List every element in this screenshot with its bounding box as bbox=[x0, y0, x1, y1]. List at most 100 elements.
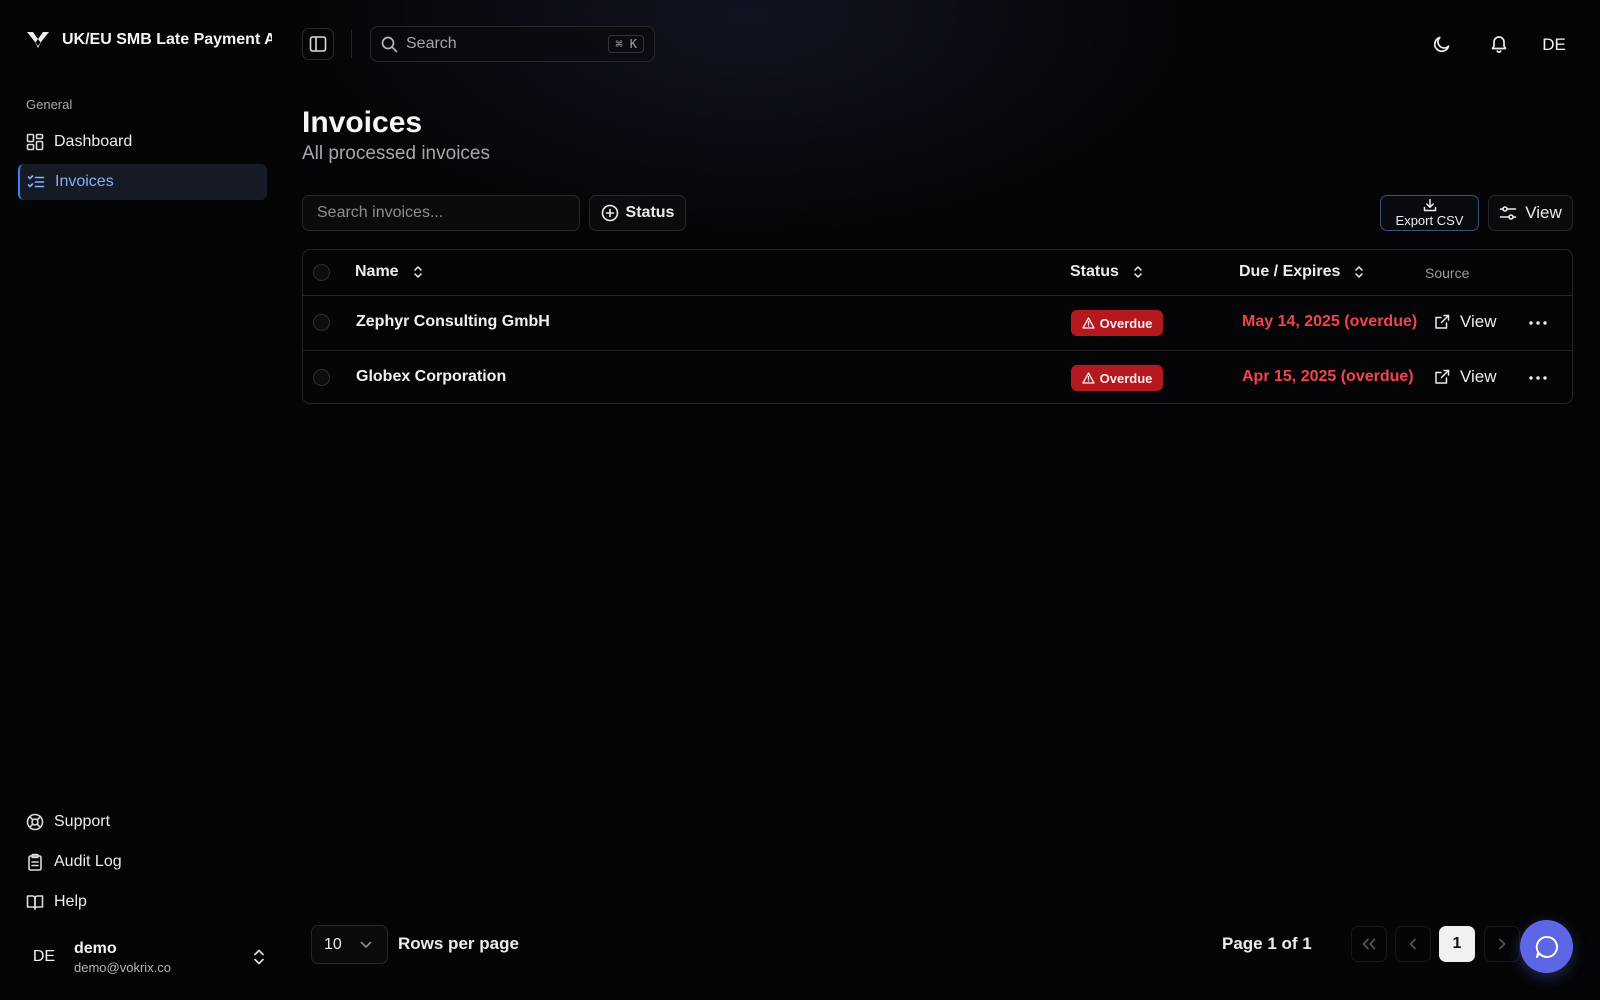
status-filter-label: Status bbox=[625, 204, 675, 221]
sidebar-toggle-button[interactable] bbox=[302, 28, 334, 60]
user-menu[interactable]: DE demo demo@vokrix.co bbox=[26, 935, 266, 979]
chevrons-up-down-icon bbox=[252, 948, 266, 966]
invoice-name: Globex Corporation bbox=[356, 368, 507, 385]
previous-page-button[interactable] bbox=[1395, 926, 1431, 962]
column-header-due[interactable]: Due / Expires bbox=[1239, 263, 1364, 281]
chevron-left-icon bbox=[1408, 938, 1418, 950]
column-header-source: Source bbox=[1425, 265, 1470, 281]
chevrons-left-icon bbox=[1361, 938, 1377, 950]
view-source-link[interactable]: View bbox=[1434, 367, 1497, 387]
row-actions-button[interactable] bbox=[1525, 365, 1551, 391]
next-page-button[interactable] bbox=[1484, 926, 1520, 962]
status-badge: Overdue bbox=[1071, 310, 1163, 336]
column-label: Name bbox=[355, 263, 399, 280]
row-actions-button[interactable] bbox=[1525, 310, 1551, 336]
dashboard-grid-icon bbox=[26, 133, 44, 151]
notifications-button[interactable] bbox=[1483, 28, 1515, 60]
sidebar-item-label: Invoices bbox=[55, 173, 114, 190]
export-csv-button[interactable]: Export CSV bbox=[1380, 195, 1479, 231]
view-options-button[interactable]: View bbox=[1488, 195, 1573, 231]
lifebuoy-icon bbox=[26, 813, 44, 831]
page-title: Invoices bbox=[302, 106, 423, 139]
due-date: Apr 15, 2025 (overdue) bbox=[1242, 368, 1414, 385]
table-row[interactable]: Zephyr Consulting GmbH Overdue May 14, 2… bbox=[303, 296, 1572, 350]
rows-per-page-select[interactable]: 10 bbox=[311, 925, 388, 964]
page-button-current[interactable]: 1 bbox=[1439, 926, 1475, 962]
view-source-label: View bbox=[1460, 312, 1497, 331]
more-horizontal-icon bbox=[1529, 321, 1547, 325]
table-row[interactable]: Globex Corporation Overdue Apr 15, 2025 … bbox=[303, 350, 1572, 403]
clipboard-list-icon bbox=[26, 853, 44, 871]
page-info: Page 1 of 1 bbox=[1222, 934, 1312, 953]
sort-icon bbox=[413, 265, 423, 279]
toolbar-divider bbox=[351, 30, 352, 58]
chevron-down-icon bbox=[360, 941, 372, 949]
alert-triangle-icon bbox=[1081, 372, 1095, 384]
list-checks-icon bbox=[27, 173, 45, 191]
search-icon bbox=[381, 36, 398, 53]
search-placeholder: Search bbox=[406, 35, 457, 52]
panel-left-icon bbox=[309, 35, 327, 53]
external-link-icon bbox=[1434, 314, 1450, 330]
sidebar-item-label: Audit Log bbox=[54, 853, 122, 870]
brand[interactable]: UK/EU SMB Late Payment A bbox=[26, 30, 272, 50]
row-checkbox[interactable] bbox=[313, 314, 330, 331]
moon-icon bbox=[1432, 34, 1452, 54]
rows-per-page-value: 10 bbox=[324, 935, 342, 953]
due-date: May 14, 2025 (overdue) bbox=[1242, 313, 1418, 330]
export-csv-label: Export CSV bbox=[1395, 213, 1464, 228]
sidebar: UK/EU SMB Late Payment A General Dashboa… bbox=[0, 0, 280, 1000]
crest-logo-icon bbox=[26, 30, 50, 50]
sidebar-item-label: Dashboard bbox=[54, 133, 133, 150]
view-source-label: View bbox=[1460, 367, 1497, 386]
message-circle-icon bbox=[1534, 934, 1560, 960]
column-header-status[interactable]: Status bbox=[1070, 263, 1143, 281]
sidebar-item-help[interactable]: Help bbox=[18, 884, 267, 920]
sidebar-item-label: Support bbox=[54, 813, 111, 830]
user-info: demo demo@vokrix.co bbox=[74, 940, 171, 975]
sort-icon bbox=[1133, 265, 1143, 279]
invoice-name: Zephyr Consulting GmbH bbox=[356, 313, 550, 330]
column-header-name[interactable]: Name bbox=[355, 263, 423, 281]
invoices-table: Name Status Due / Expires Source Zephyr … bbox=[302, 249, 1573, 404]
invoice-search-input[interactable] bbox=[302, 195, 580, 231]
theme-toggle-button[interactable] bbox=[1426, 28, 1458, 60]
user-avatar-button[interactable]: DE bbox=[1536, 28, 1572, 62]
table-header: Name Status Due / Expires Source bbox=[303, 250, 1572, 296]
plus-circle-icon bbox=[601, 204, 619, 222]
view-source-link[interactable]: View bbox=[1434, 312, 1497, 332]
more-horizontal-icon bbox=[1529, 376, 1547, 380]
sidebar-item-label: Help bbox=[54, 893, 87, 910]
book-open-icon bbox=[26, 893, 44, 911]
sliders-icon bbox=[1499, 205, 1517, 221]
chevron-right-icon bbox=[1497, 938, 1507, 950]
view-options-label: View bbox=[1525, 203, 1562, 222]
sidebar-item-invoices[interactable]: Invoices bbox=[18, 164, 267, 200]
sidebar-item-audit-log[interactable]: Audit Log bbox=[18, 844, 267, 880]
row-checkbox[interactable] bbox=[313, 369, 330, 386]
chat-support-button[interactable] bbox=[1520, 920, 1573, 973]
avatar: DE bbox=[32, 948, 56, 965]
status-badge-label: Overdue bbox=[1099, 315, 1153, 331]
download-icon bbox=[1423, 198, 1437, 212]
global-search[interactable]: Search ⌘ K bbox=[370, 26, 655, 62]
sidebar-item-support[interactable]: Support bbox=[18, 804, 267, 840]
status-badge: Overdue bbox=[1071, 365, 1163, 391]
app-title: UK/EU SMB Late Payment A bbox=[62, 31, 272, 48]
search-shortcut: ⌘ K bbox=[608, 35, 644, 53]
external-link-icon bbox=[1434, 369, 1450, 385]
sidebar-section-label: General bbox=[26, 97, 73, 112]
first-page-button[interactable] bbox=[1351, 926, 1387, 962]
user-name: demo bbox=[74, 939, 117, 957]
sort-icon bbox=[1354, 265, 1364, 279]
rows-per-page-label: Rows per page bbox=[398, 934, 519, 953]
select-all-checkbox[interactable] bbox=[313, 264, 330, 281]
page-subtitle: All processed invoices bbox=[302, 143, 490, 164]
sidebar-item-dashboard[interactable]: Dashboard bbox=[18, 124, 267, 160]
status-badge-label: Overdue bbox=[1099, 370, 1153, 386]
alert-triangle-icon bbox=[1081, 317, 1095, 329]
bell-icon bbox=[1489, 34, 1509, 54]
column-label: Status bbox=[1070, 263, 1119, 280]
user-email: demo@vokrix.co bbox=[74, 959, 172, 975]
status-filter-button[interactable]: Status bbox=[589, 195, 686, 231]
